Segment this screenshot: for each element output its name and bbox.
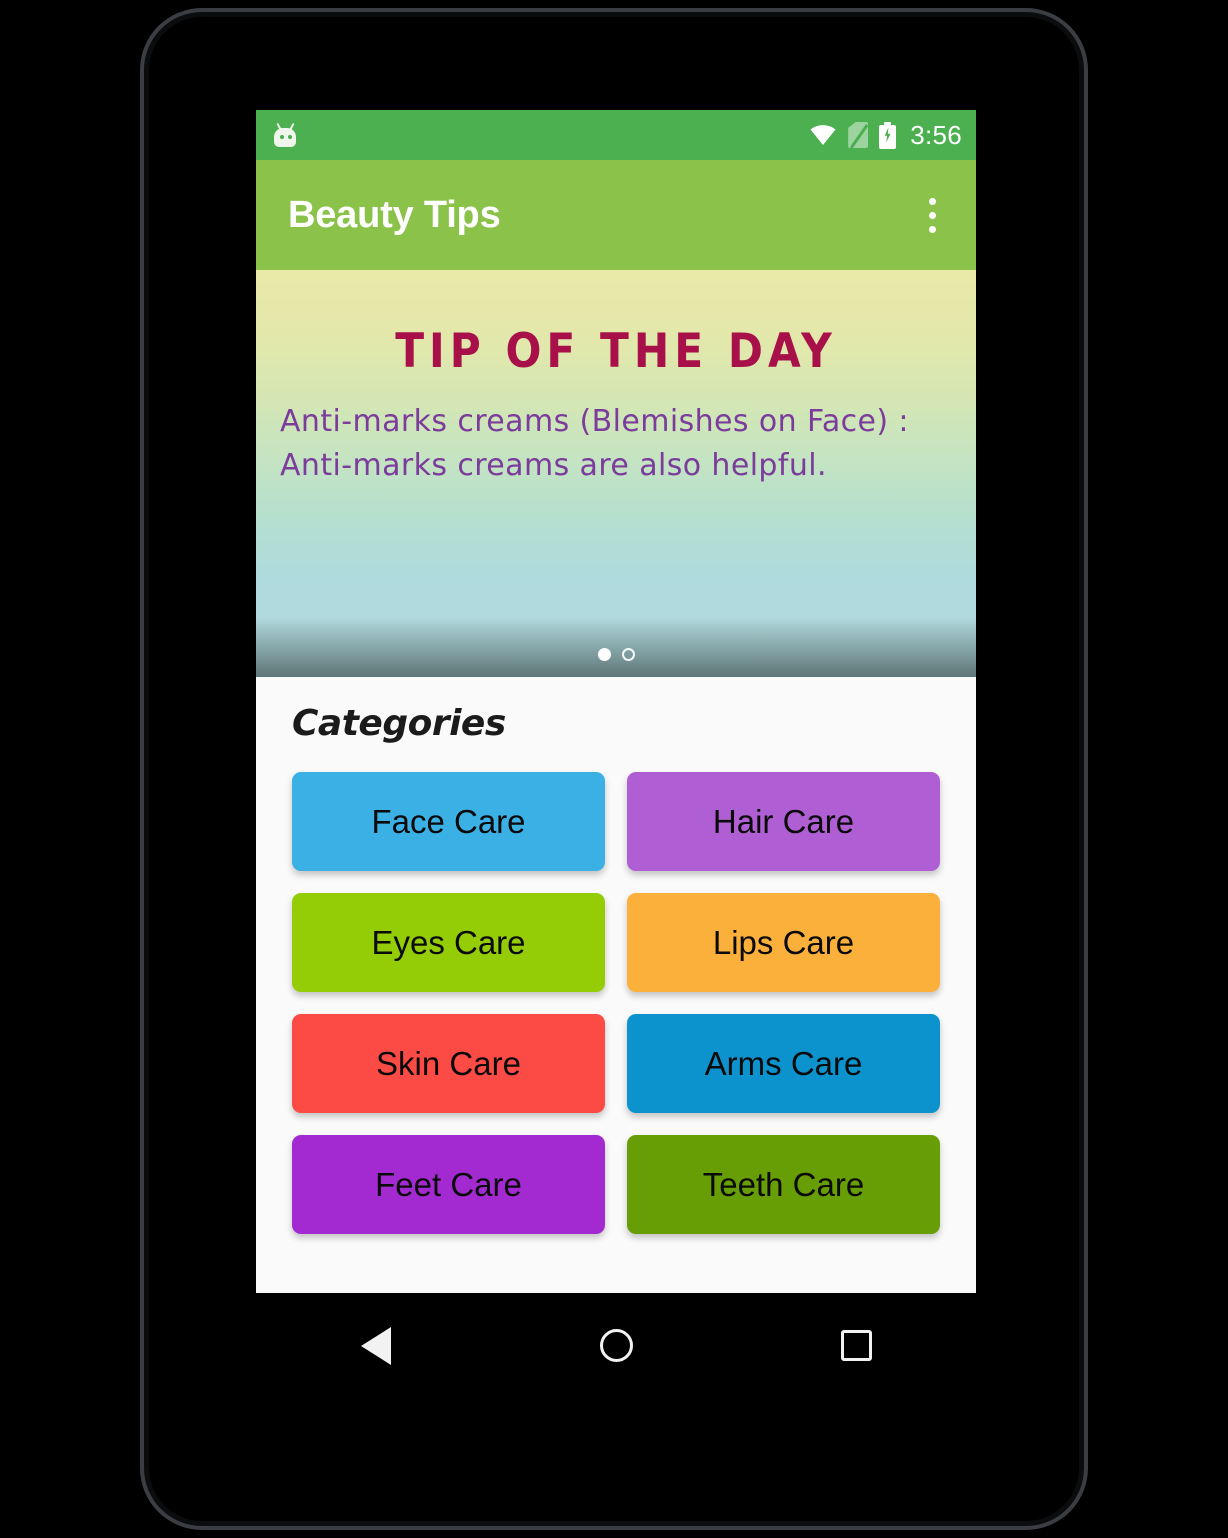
pager-dot-1[interactable] [597, 648, 611, 661]
tip-of-the-day-text: Anti-marks creams (Blemishes on Face) : … [280, 404, 909, 483]
app-bar: Beauty Tips [256, 160, 976, 270]
category-button-hair-care[interactable]: Hair Care [627, 772, 940, 871]
categories-section: Categories Face Care Hair Care Eyes Care Li… [256, 677, 976, 1293]
app-title: Beauty Tips [288, 193, 501, 236]
home-circle-icon [599, 1329, 633, 1362]
category-grid: Face Care Hair Care Eyes Care Lips Care Skin… [292, 772, 940, 1234]
status-bar-clock: 3:56 [910, 119, 962, 150]
category-button-arms-care[interactable]: Arms Care [627, 1014, 940, 1113]
android-head-icon [272, 122, 298, 148]
back-triangle-icon [361, 1326, 391, 1365]
nav-home-button[interactable] [556, 1293, 676, 1398]
battery-charging-icon [879, 121, 897, 149]
pager-dot-2[interactable] [621, 648, 635, 661]
recents-square-icon [840, 1330, 872, 1361]
status-bar-indicators: 3:56 [809, 120, 962, 151]
categories-heading: Categories [292, 703, 506, 744]
category-button-eyes-care[interactable]: Eyes Care [292, 893, 605, 992]
category-button-face-care[interactable]: Face Care [292, 772, 605, 871]
category-button-skin-care[interactable]: Skin Care [292, 1014, 605, 1113]
nav-recents-button[interactable] [796, 1293, 916, 1398]
phone-screen: 3:56 Beauty Tips Tip of the Day Anti-mar… [256, 110, 976, 1293]
pager-dots[interactable] [256, 648, 976, 661]
category-button-lips-care[interactable]: Lips Care [627, 893, 940, 992]
no-sim-icon [848, 122, 869, 149]
category-button-teeth-care[interactable]: Teeth Care [627, 1135, 940, 1234]
tip-of-the-day-banner[interactable]: Tip of the Day Anti-marks creams (Blemis… [256, 270, 976, 677]
wifi-icon [810, 125, 836, 145]
status-bar: 3:56 [256, 110, 976, 160]
tip-of-the-day-title: Tip of the Day [395, 324, 837, 379]
more-vert-icon[interactable] [910, 189, 954, 241]
android-navigation-bar [256, 1293, 976, 1398]
nav-back-button[interactable] [316, 1293, 436, 1398]
category-button-feet-care[interactable]: Feet Care [292, 1135, 605, 1234]
